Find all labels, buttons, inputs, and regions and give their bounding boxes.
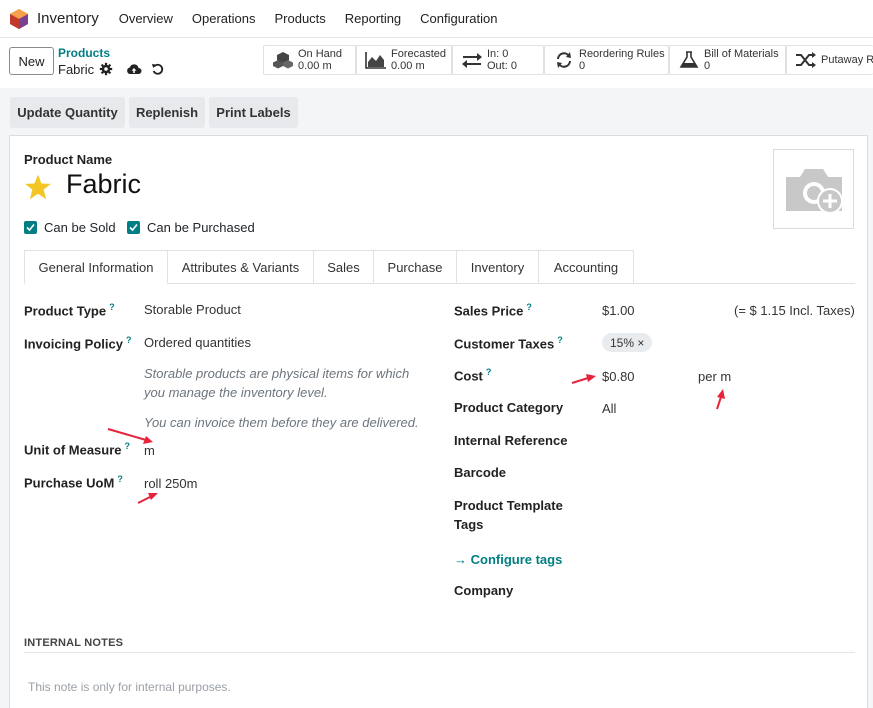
help-tooltip-icon[interactable]: ? xyxy=(486,367,492,377)
putaway-label: Putaway Ru xyxy=(821,54,873,66)
putaway-rules-smart-button[interactable]: Putaway Ru xyxy=(786,45,873,75)
configure-tags-link[interactable]: → Configure tags xyxy=(454,552,562,567)
exchange-icon xyxy=(462,53,482,68)
can-be-purchased-label: Can be Purchased xyxy=(147,220,255,235)
tab-accounting[interactable]: Accounting xyxy=(539,250,634,284)
invoicing-policy-select[interactable]: Ordered quantities xyxy=(144,335,251,350)
can-be-sold-checkbox[interactable]: Can be Sold xyxy=(24,220,116,235)
gear-icon[interactable] xyxy=(99,62,113,76)
cloud-upload-icon[interactable] xyxy=(126,62,142,76)
bill-of-materials-smart-button[interactable]: Bill of Materials 0 xyxy=(669,45,786,75)
product-form-sheet: Product Name Fabric Can be Sold Can be P… xyxy=(9,135,868,708)
print-labels-button[interactable]: Print Labels xyxy=(209,97,298,128)
forecasted-smart-button[interactable]: Forecasted 0.00 m xyxy=(356,45,452,75)
top-navbar: Inventory Overview Operations Products R… xyxy=(0,0,873,38)
product-type-label: Product Type? xyxy=(24,302,115,319)
flask-icon xyxy=(679,51,699,68)
new-button[interactable]: New xyxy=(9,47,54,75)
nav-operations[interactable]: Operations xyxy=(192,11,256,26)
control-panel: New Products Fabric On Hand 0.00 m Foreca… xyxy=(0,38,873,88)
internal-notes-editor[interactable]: This note is only for internal purposes. xyxy=(28,680,231,694)
help-tooltip-icon[interactable]: ? xyxy=(526,302,532,312)
on-hand-value: 0.00 m xyxy=(298,60,332,72)
help-tooltip-icon[interactable]: ? xyxy=(117,474,123,484)
tab-sales[interactable]: Sales xyxy=(314,250,374,284)
can-be-purchased-checkbox[interactable]: Can be Purchased xyxy=(127,220,255,235)
in-out-smart-button[interactable]: In: 0 Out: 0 xyxy=(452,45,544,75)
inventory-app-logo-icon[interactable] xyxy=(10,8,28,29)
tab-attributes-variants[interactable]: Attributes & Variants xyxy=(168,250,314,284)
product-type-select[interactable]: Storable Product xyxy=(144,302,241,317)
forecasted-label: Forecasted xyxy=(391,48,447,60)
bom-label: Bill of Materials xyxy=(704,48,779,60)
nav-configuration[interactable]: Configuration xyxy=(420,11,497,26)
product-name-label: Product Name xyxy=(24,152,113,167)
reordering-rules-count: 0 xyxy=(579,60,586,72)
in-count: In: 0 xyxy=(487,48,509,60)
tab-inventory[interactable]: Inventory xyxy=(457,250,539,284)
breadcrumb-products-link[interactable]: Products xyxy=(58,46,110,60)
random-icon xyxy=(796,52,816,68)
on-hand-label: On Hand xyxy=(298,48,343,60)
nav-products[interactable]: Products xyxy=(274,11,325,26)
invoicing-help-text: You can invoice them before they are del… xyxy=(144,415,419,430)
help-tooltip-icon[interactable]: ? xyxy=(557,335,563,345)
area-chart-icon xyxy=(365,52,386,69)
app-name[interactable]: Inventory xyxy=(37,10,99,27)
help-tooltip-icon[interactable]: ? xyxy=(125,441,131,451)
internal-notes-header: INTERNAL NOTES xyxy=(24,637,124,649)
product-image-placeholder[interactable] xyxy=(773,149,854,229)
unit-of-measure-label: Unit of Measure? xyxy=(24,441,131,458)
update-quantity-button[interactable]: Update Quantity xyxy=(10,97,125,128)
unit-of-measure-field[interactable]: m xyxy=(144,443,155,458)
internal-reference-label: Internal Reference xyxy=(454,433,568,448)
tab-purchase[interactable]: Purchase xyxy=(374,250,457,284)
customer-taxes-label: Customer Taxes? xyxy=(454,335,563,352)
price-incl-taxes: (= $ 1.15 Incl. Taxes) xyxy=(734,303,855,318)
reordering-rules-label: Reordering Rules xyxy=(579,48,665,60)
product-category-label: Product Category xyxy=(454,400,564,415)
nav-overview[interactable]: Overview xyxy=(119,11,173,26)
product-type-help-text: Storable products are physical items for… xyxy=(144,366,410,400)
notes-divider xyxy=(24,652,855,653)
tab-general-information[interactable]: General Information xyxy=(24,250,168,284)
sales-price-label: Sales Price? xyxy=(454,302,532,319)
cost-label: Cost? xyxy=(454,367,492,384)
favorite-star-icon[interactable] xyxy=(24,173,52,201)
barcode-label: Barcode xyxy=(454,465,507,480)
notebook-tabs: General Information Attributes & Variant… xyxy=(24,250,634,284)
checkbox-checked-icon xyxy=(24,221,37,234)
forecasted-value: 0.00 m xyxy=(391,60,425,72)
invoicing-policy-label: Invoicing Policy? xyxy=(24,335,132,352)
out-count: Out: 0 xyxy=(487,60,517,72)
purchase-uom-label: Purchase UoM? xyxy=(24,474,123,491)
tax-badge-15-percent[interactable]: 15% × xyxy=(602,333,653,352)
product-name-field[interactable]: Fabric xyxy=(66,169,141,200)
help-tooltip-icon[interactable]: ? xyxy=(109,302,115,312)
replenish-button[interactable]: Replenish xyxy=(129,97,205,128)
company-label: Company xyxy=(454,583,514,598)
discard-undo-icon[interactable] xyxy=(151,62,165,76)
can-be-sold-label: Can be Sold xyxy=(44,220,116,235)
cost-unit: per m xyxy=(698,369,732,384)
breadcrumb-current: Fabric xyxy=(58,62,95,77)
refresh-icon xyxy=(557,52,571,68)
cubes-icon xyxy=(273,52,293,69)
product-category-field[interactable]: All xyxy=(602,401,616,416)
reordering-rules-smart-button[interactable]: Reordering Rules 0 xyxy=(544,45,669,75)
nav-reporting[interactable]: Reporting xyxy=(345,11,401,26)
help-tooltip-icon[interactable]: ? xyxy=(126,335,132,345)
sales-price-field[interactable]: $1.00 xyxy=(602,303,635,318)
checkbox-checked-icon xyxy=(127,221,140,234)
purchase-uom-field[interactable]: roll 250m xyxy=(144,476,197,491)
cost-field[interactable]: $0.80 xyxy=(602,369,635,384)
product-template-tags-label: Product Template Tags xyxy=(454,498,563,532)
camera-add-icon xyxy=(785,169,843,214)
bom-count: 0 xyxy=(704,60,711,72)
tab-divider xyxy=(634,283,855,284)
on-hand-smart-button[interactable]: On Hand 0.00 m xyxy=(263,45,356,75)
